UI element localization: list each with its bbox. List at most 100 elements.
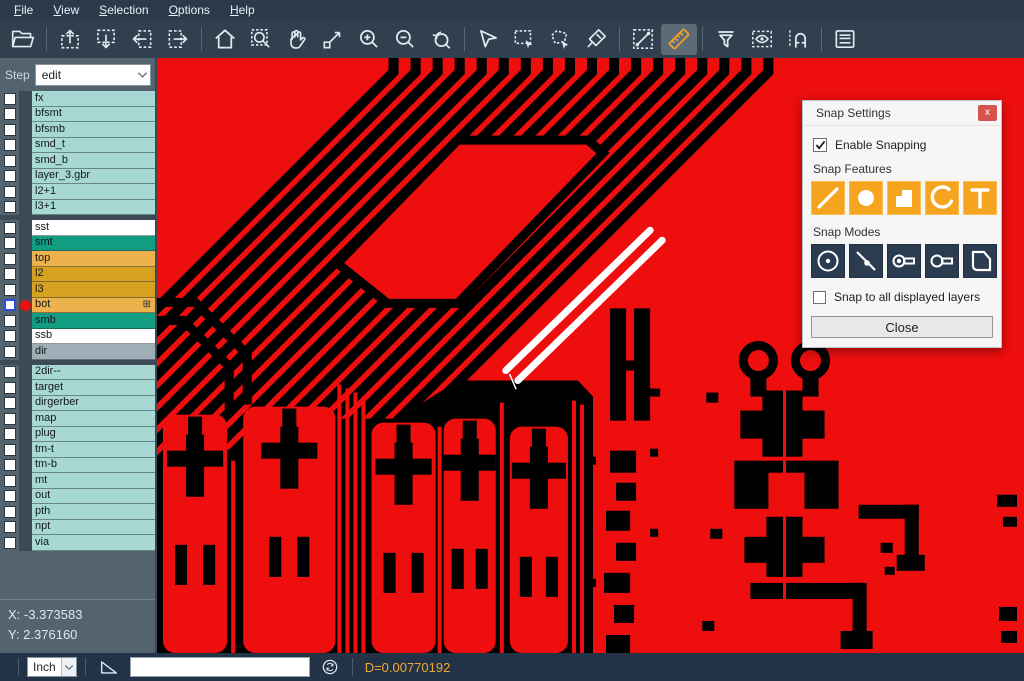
snap-magnet-button[interactable] bbox=[780, 24, 816, 55]
view-options-eye-button[interactable] bbox=[744, 24, 780, 55]
layer-label-bfsmt[interactable]: bfsmt bbox=[32, 107, 155, 123]
layer-label-mt[interactable]: mt bbox=[32, 473, 155, 489]
snap-mode-pad-entry-open-button[interactable] bbox=[925, 244, 959, 278]
snap-feature-pad-button[interactable] bbox=[849, 181, 883, 215]
layer-label-layer_3.gbr[interactable]: layer_3.gbr bbox=[32, 169, 155, 185]
layer-checkbox-target[interactable] bbox=[4, 382, 16, 394]
layer-checkbox-2dir--[interactable] bbox=[4, 366, 16, 378]
pan-hand-button[interactable] bbox=[279, 24, 315, 55]
layer-label-l2+1[interactable]: l2+1 bbox=[32, 184, 155, 200]
nudge-up-button[interactable] bbox=[52, 24, 88, 55]
select-arrow-button[interactable] bbox=[470, 24, 506, 55]
measure-line-button[interactable] bbox=[625, 24, 661, 55]
layer-label-l3[interactable]: l3 bbox=[32, 282, 155, 298]
layer-checkbox-top[interactable] bbox=[4, 253, 16, 265]
layer-checkbox-tm-b[interactable] bbox=[4, 459, 16, 471]
snap-mode-contour-button[interactable] bbox=[963, 244, 997, 278]
zoom-out-button[interactable] bbox=[387, 24, 423, 55]
layer-checkbox-sst[interactable] bbox=[4, 222, 16, 234]
layer-checkbox-dirgerber[interactable] bbox=[4, 397, 16, 409]
snap-feature-text-button[interactable] bbox=[963, 181, 997, 215]
layer-label-smb[interactable]: smb bbox=[32, 313, 155, 329]
layer-label-l2[interactable]: l2 bbox=[32, 267, 155, 283]
layer-label-map[interactable]: map bbox=[32, 411, 155, 427]
sync-refresh-icon[interactable] bbox=[320, 657, 340, 677]
menu-file[interactable]: File bbox=[4, 1, 43, 20]
layer-label-via[interactable]: via bbox=[32, 535, 155, 551]
layer-checkbox-out[interactable] bbox=[4, 490, 16, 502]
pcb-canvas[interactable]: Snap Settings x Enable Snapping Snap Fea… bbox=[157, 58, 1024, 653]
layer-checkbox-via[interactable] bbox=[4, 537, 16, 549]
menu-help[interactable]: Help bbox=[220, 1, 265, 20]
layer-checkbox-pth[interactable] bbox=[4, 506, 16, 518]
layer-checkbox-fx[interactable] bbox=[4, 93, 16, 105]
layer-label-smd_b[interactable]: smd_b bbox=[32, 153, 155, 169]
layer-label-tm-t[interactable]: tm-t bbox=[32, 442, 155, 458]
select-rect-button[interactable] bbox=[506, 24, 542, 55]
menu-view[interactable]: View bbox=[43, 1, 89, 20]
menu-selection[interactable]: Selection bbox=[89, 1, 158, 20]
layer-checkbox-bot[interactable] bbox=[4, 299, 16, 311]
snap-all-layers-checkbox[interactable] bbox=[813, 291, 826, 304]
nudge-down-button[interactable] bbox=[88, 24, 124, 55]
layer-checkbox-smd_b[interactable] bbox=[4, 155, 16, 167]
grid-icon[interactable]: ⊞ bbox=[143, 300, 151, 310]
layer-checkbox-smt[interactable] bbox=[4, 237, 16, 249]
layer-label-dir[interactable]: dir bbox=[32, 344, 155, 360]
layer-label-target[interactable]: target bbox=[32, 380, 155, 396]
snap-dialog-close-button[interactable]: Close bbox=[811, 316, 993, 338]
layer-checkbox-l3+1[interactable] bbox=[4, 201, 16, 213]
filter-button[interactable] bbox=[708, 24, 744, 55]
layer-checkbox-l3[interactable] bbox=[4, 284, 16, 296]
snap-feature-surface-button[interactable] bbox=[887, 181, 921, 215]
layer-label-dirgerber[interactable]: dirgerber bbox=[32, 396, 155, 412]
snap-dialog-titlebar[interactable]: Snap Settings x bbox=[803, 101, 1001, 126]
layer-checkbox-bfsmt[interactable] bbox=[4, 108, 16, 120]
layer-checkbox-tm-t[interactable] bbox=[4, 444, 16, 456]
layer-checkbox-ssb[interactable] bbox=[4, 330, 16, 342]
layer-label-tm-b[interactable]: tm-b bbox=[32, 458, 155, 474]
layer-label-2dir--[interactable]: 2dir-- bbox=[32, 365, 155, 381]
layer-checkbox-l2[interactable] bbox=[4, 268, 16, 280]
layer-label-sst[interactable]: sst bbox=[32, 220, 155, 236]
close-icon[interactable]: x bbox=[978, 105, 997, 121]
zoom-in-button[interactable] bbox=[351, 24, 387, 55]
menu-options[interactable]: Options bbox=[159, 1, 220, 20]
angle-measure-icon[interactable] bbox=[98, 656, 120, 678]
snap-mode-center-button[interactable] bbox=[811, 244, 845, 278]
unit-select[interactable]: Inch bbox=[27, 657, 77, 677]
zoom-previous-button[interactable] bbox=[423, 24, 459, 55]
layer-label-bfsmb[interactable]: bfsmb bbox=[32, 122, 155, 138]
snap-feature-arc-button[interactable] bbox=[925, 181, 959, 215]
layer-checkbox-npt[interactable] bbox=[4, 521, 16, 533]
enable-snapping-checkbox[interactable] bbox=[813, 138, 827, 152]
layer-label-plug[interactable]: plug bbox=[32, 427, 155, 443]
layer-label-smd_t[interactable]: smd_t bbox=[32, 138, 155, 154]
nudge-right-button[interactable] bbox=[160, 24, 196, 55]
layer-checkbox-layer_3.gbr[interactable] bbox=[4, 170, 16, 182]
layer-label-fx[interactable]: fx bbox=[32, 91, 155, 107]
layer-checkbox-bfsmb[interactable] bbox=[4, 124, 16, 136]
layers-list-button[interactable] bbox=[827, 24, 863, 55]
layer-checkbox-smd_t[interactable] bbox=[4, 139, 16, 151]
layer-label-l3+1[interactable]: l3+1 bbox=[32, 200, 155, 216]
zoom-window-button[interactable] bbox=[243, 24, 279, 55]
layer-label-pth[interactable]: pth bbox=[32, 504, 155, 520]
snap-feature-line-button[interactable] bbox=[811, 181, 845, 215]
nudge-left-button[interactable] bbox=[124, 24, 160, 55]
move-vertex-button[interactable] bbox=[315, 24, 351, 55]
brush-button[interactable] bbox=[578, 24, 614, 55]
layer-checkbox-dir[interactable] bbox=[4, 346, 16, 358]
layer-checkbox-plug[interactable] bbox=[4, 428, 16, 440]
layer-label-out[interactable]: out bbox=[32, 489, 155, 505]
step-select[interactable]: edit bbox=[35, 64, 151, 86]
measure-value-input[interactable] bbox=[130, 657, 310, 677]
ruler-button[interactable] bbox=[661, 24, 697, 55]
snap-mode-pad-entry-filled-button[interactable] bbox=[887, 244, 921, 278]
layer-checkbox-mt[interactable] bbox=[4, 475, 16, 487]
snap-mode-midpoint-button[interactable] bbox=[849, 244, 883, 278]
home-view-button[interactable] bbox=[207, 24, 243, 55]
layer-label-npt[interactable]: npt bbox=[32, 520, 155, 536]
layer-label-bot[interactable]: bot⊞ bbox=[32, 298, 155, 314]
layer-checkbox-map[interactable] bbox=[4, 413, 16, 425]
